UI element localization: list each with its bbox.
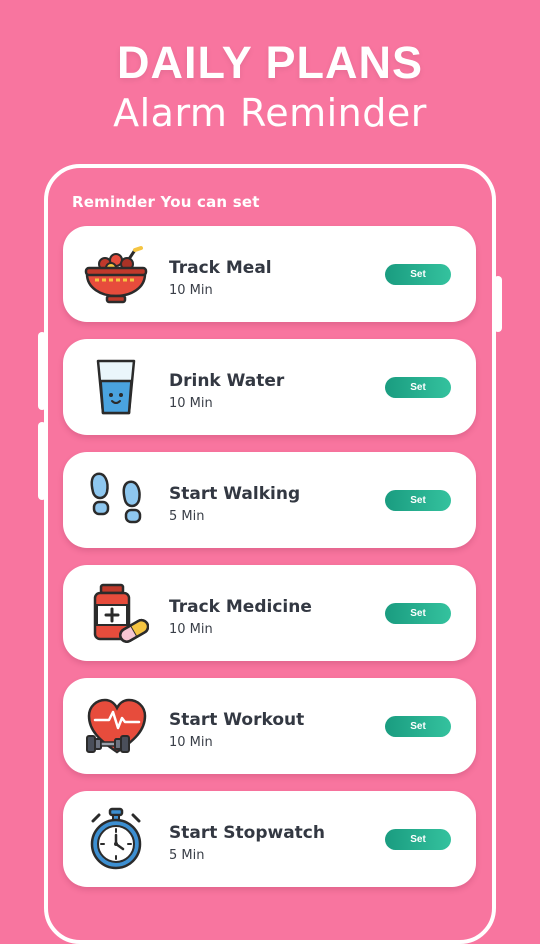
reminder-duration: 10 Min — [169, 396, 213, 411]
water-glass-icon — [83, 355, 149, 419]
footprints-icon — [83, 468, 149, 532]
reminder-duration: 5 Min — [169, 848, 205, 863]
medicine-icon — [83, 581, 149, 645]
set-button[interactable]: Set — [385, 264, 451, 285]
reminder-title: Start Stopwatch — [169, 823, 325, 843]
set-button[interactable]: Set — [385, 490, 451, 511]
reminder-duration: 10 Min — [169, 735, 213, 750]
reminder-card-start-stopwatch[interactable]: Start Stopwatch 5 Min Set — [63, 791, 476, 887]
reminder-card-drink-water[interactable]: Drink Water 10 Min Set — [63, 339, 476, 435]
reminder-duration: 10 Min — [169, 283, 213, 298]
header: DAILY PLANS Alarm Reminder — [0, 36, 540, 136]
section-label: Reminder You can set — [72, 193, 260, 211]
set-button[interactable]: Set — [385, 603, 451, 624]
reminder-title: Track Meal — [169, 258, 272, 278]
reminder-title: Start Workout — [169, 710, 305, 730]
reminder-title: Drink Water — [169, 371, 285, 391]
reminder-card-start-workout[interactable]: Start Workout 10 Min Set — [63, 678, 476, 774]
reminder-card-track-medicine[interactable]: Track Medicine 10 Min Set — [63, 565, 476, 661]
stopwatch-icon — [83, 807, 149, 871]
reminder-duration: 5 Min — [169, 509, 205, 524]
meal-bowl-icon — [83, 242, 149, 306]
phone-power-button — [494, 276, 502, 332]
page-subtitle: Alarm Reminder — [113, 91, 427, 135]
phone-volume-up-button — [38, 332, 46, 410]
phone-volume-down-button — [38, 422, 46, 500]
set-button[interactable]: Set — [385, 377, 451, 398]
reminder-duration: 10 Min — [169, 622, 213, 637]
reminder-card-start-walking[interactable]: Start Walking 5 Min Set — [63, 452, 476, 548]
set-button[interactable]: Set — [385, 716, 451, 737]
reminder-title: Start Walking — [169, 484, 301, 504]
page-title: DAILY PLANS — [116, 37, 424, 88]
set-button[interactable]: Set — [385, 829, 451, 850]
heart-dumbbell-icon — [83, 694, 149, 758]
reminder-list: Track Meal 10 Min Set Drink Water 10 Min… — [63, 226, 476, 904]
reminder-title: Track Medicine — [169, 597, 312, 617]
reminder-card-track-meal[interactable]: Track Meal 10 Min Set — [63, 226, 476, 322]
